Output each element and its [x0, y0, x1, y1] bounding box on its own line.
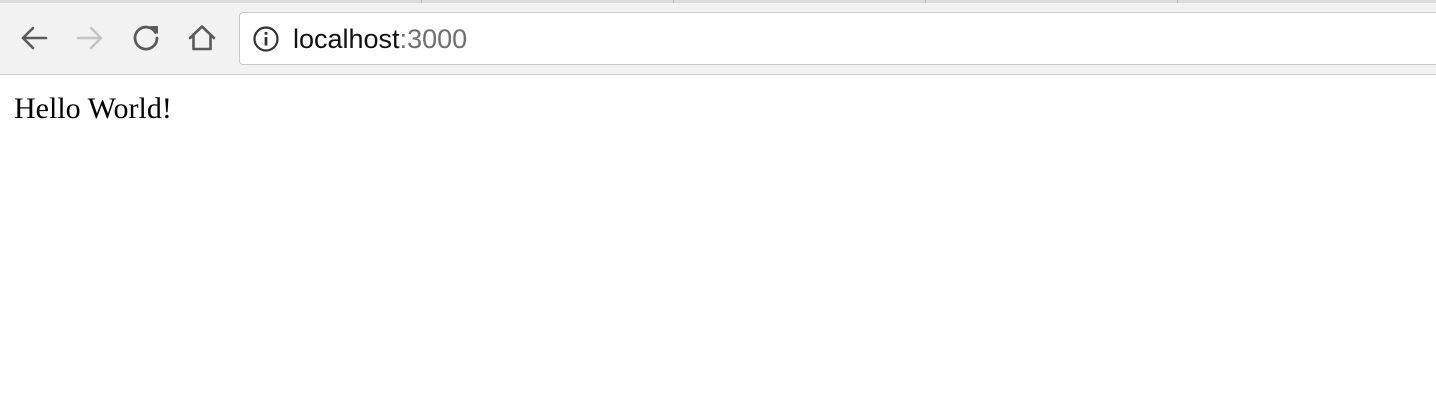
back-button[interactable] [15, 19, 53, 57]
url-host: localhost [293, 24, 400, 54]
arrow-right-icon [76, 26, 103, 50]
url-port: :3000 [399, 24, 468, 54]
home-icon [188, 25, 216, 51]
tab-divider [1177, 0, 1178, 3]
forward-button[interactable] [71, 19, 109, 57]
page-body-text: Hello World! [14, 92, 172, 125]
url-text[interactable]: localhost:3000 [293, 24, 467, 54]
address-bar[interactable]: localhost:3000 [239, 12, 1436, 65]
browser-toolbar: localhost:3000 [0, 0, 1436, 75]
reload-button[interactable] [127, 19, 165, 57]
tab-divider [925, 0, 926, 3]
tab-divider [673, 0, 674, 3]
reload-icon [133, 25, 159, 51]
arrow-left-icon [21, 26, 48, 50]
home-button[interactable] [183, 19, 221, 57]
tab-divider [421, 0, 422, 3]
info-circle-icon[interactable] [252, 25, 280, 53]
page-viewport: Hello World! [0, 75, 1436, 412]
tab-strip-edge [0, 0, 1436, 3]
